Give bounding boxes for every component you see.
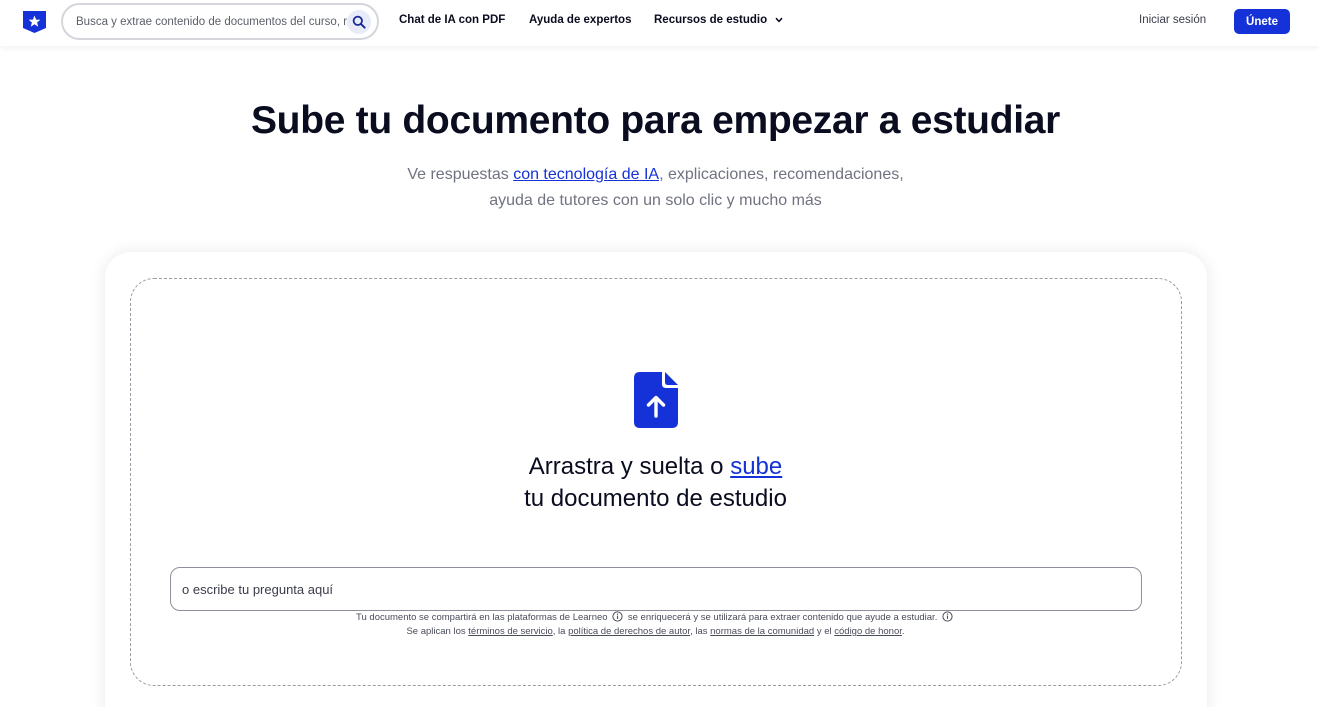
legal-text: Se aplican los xyxy=(406,626,469,637)
legal-text: , la xyxy=(552,626,569,637)
terms-of-service-link[interactable]: términos de servicio xyxy=(468,626,552,637)
document-upload-icon[interactable] xyxy=(634,372,678,428)
nav-ai-chat-link[interactable]: Chat de IA con PDF xyxy=(399,14,505,26)
study-document-text: tu documento de estudio xyxy=(524,485,787,512)
logo-icon[interactable] xyxy=(22,9,47,34)
subtitle-text: ayuda de tutores con un solo clic y much… xyxy=(489,192,822,209)
question-input[interactable] xyxy=(182,580,1122,598)
info-icon[interactable] xyxy=(942,611,953,622)
search-input[interactable] xyxy=(76,13,348,31)
subtitle-text: , explicaciones, recomendaciones, xyxy=(659,166,904,183)
legal-text: se enriquecerá y se utilizará para extra… xyxy=(625,612,938,623)
top-nav-bar: Chat de IA con PDF Ayuda de expertos Rec… xyxy=(0,0,1319,46)
nav-study-resources-label: Recursos de estudio xyxy=(654,14,768,26)
subtitle-text: Ve respuestas xyxy=(407,166,514,183)
upload-link[interactable]: sube xyxy=(730,453,782,480)
search-icon xyxy=(352,15,366,29)
chevron-down-icon xyxy=(775,17,783,23)
nav-expert-help-link[interactable]: Ayuda de expertos xyxy=(529,14,631,26)
search-button[interactable] xyxy=(347,10,371,34)
legal-text: Tu documento se compartirá en las plataf… xyxy=(356,612,608,623)
honor-code-link[interactable]: código de honor xyxy=(834,626,902,637)
question-box xyxy=(170,567,1142,611)
page-subtitle: Ve respuestas con tecnología de IA, expl… xyxy=(0,162,1311,214)
legal-text: , las xyxy=(690,626,711,637)
legal-notice: Tu documento se compartirá en las plataf… xyxy=(0,611,1311,639)
ai-technology-link[interactable]: con tecnología de IA xyxy=(513,166,659,183)
login-link[interactable]: Iniciar sesión xyxy=(1139,14,1206,26)
legal-text: y el xyxy=(814,626,835,637)
page-title: Sube tu documento para empezar a estudia… xyxy=(250,99,1061,142)
community-guidelines-link[interactable]: normas de la comunidad xyxy=(710,626,814,637)
legal-text: . xyxy=(901,626,905,637)
info-icon[interactable] xyxy=(612,611,623,622)
join-button[interactable]: Únete xyxy=(1234,9,1290,34)
nav-study-resources-dropdown[interactable]: Recursos de estudio xyxy=(654,14,783,26)
copyright-policy-link[interactable]: política de derechos de autor xyxy=(568,626,690,637)
drop-instructions: Arrastra y suelta o sube tu documento de… xyxy=(0,451,1311,515)
drag-drop-text: Arrastra y suelta o xyxy=(528,453,731,480)
search-box xyxy=(61,3,379,40)
